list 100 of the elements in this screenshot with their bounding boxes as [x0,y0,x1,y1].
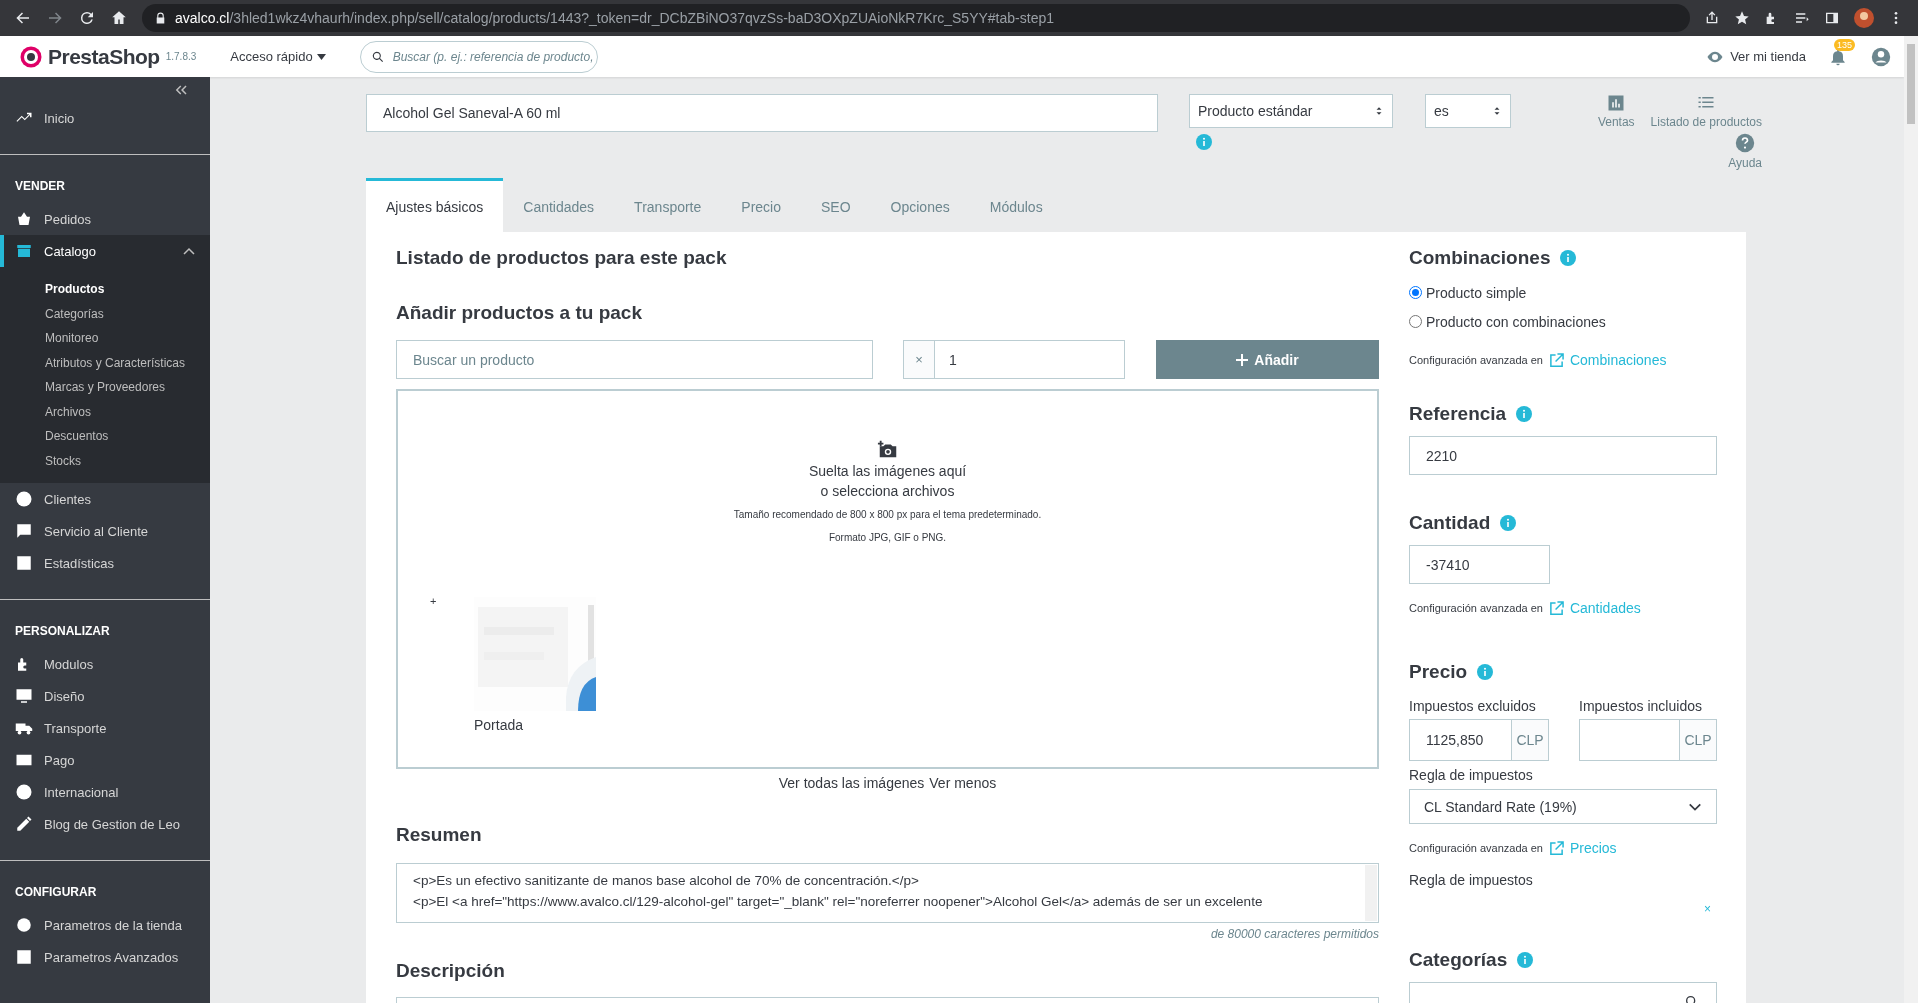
sort-icon [1492,106,1502,116]
section-heading: Referencia [1409,400,1717,428]
notification-badge: 135 [1834,38,1856,51]
sort-icon [1374,106,1384,116]
info-icon [1477,664,1494,680]
size-hint: Tamaño recomendado de 800 x 800 px para el tema predeterminado. [733,508,1042,522]
radio-button[interactable] [1409,315,1422,328]
info-icon [1560,250,1577,266]
section-heading: Categorías [1409,946,1717,974]
menu-item[interactable]: Modulos [0,648,210,680]
image-link[interactable]: Ver todas las imágenes [778,775,925,791]
language-select[interactable]: es [1425,94,1511,128]
store-icon [15,242,33,260]
section-title: PERSONALIZAR [14,623,111,640]
section-heading: Listado de productos para este pack [396,246,728,270]
basket-icon [15,210,33,228]
summary-textarea[interactable]: <p>Es un efectivo sanitizante de manos base alcohol de 70% de concentración.</p> <p>El <a href="https://www.avalco.cl/129-alcohol-gel" target="_blank" rel="noreferrer noopener">Alcohol Gel</a> además de ser un excelente [396,863,1379,923]
menu-item[interactable]: Pago [0,744,210,776]
help-icon [1735,133,1756,153]
radio-label: Producto simple [1426,284,1527,301]
info-icon [1516,406,1533,422]
reference-field[interactable]: 2210 [1409,436,1717,475]
section-heading: Resumen [396,823,483,847]
section-heading: Precio [1409,658,1717,686]
bar-chart-icon [1607,94,1626,112]
caret-icon [316,53,326,60]
reload-icon [78,9,96,27]
info-icon [1500,515,1517,531]
panel-icon [1824,10,1840,26]
menu-item[interactable]: Inicio [0,102,210,134]
price-field[interactable]: CLP [1579,719,1717,761]
section-heading: Combinaciones [1409,244,1717,272]
image-dropzone[interactable]: Suelta las imágenes aquí o selecciona archivos Tamaño recomendado de 800 x 800 px para el tema predeterminado. Formato JPG, GIF o PNG. + Portada [396,389,1379,769]
logo-text: PrestaShop [48,44,160,69]
radio-button[interactable] [1409,286,1422,299]
lock-icon [154,11,167,25]
submenu-item[interactable]: Stocks [0,448,210,473]
character-counter: de 80000 caracteres permitidos [1209,927,1379,941]
menu-item[interactable]: Parametros de la tienda [0,909,210,941]
info-icon [1196,134,1212,150]
submenu-item[interactable]: Productos [0,277,210,302]
product-type-select[interactable]: Producto estándar [1189,94,1393,128]
section-heading: Descripción [396,959,506,983]
submenu-item[interactable]: Descuentos [0,424,210,449]
menu-item[interactable]: Parametros Avanzados [0,941,210,973]
field-label: Impuestos excluidos [1409,698,1537,714]
menu-item[interactable]: Internacional [0,776,210,808]
menu-item[interactable]: Transporte [0,712,210,744]
external-link-icon [1548,600,1564,616]
submenu-item[interactable]: Marcas y Proveedores [0,375,210,400]
menu-item[interactable]: Estadísticas [0,547,210,579]
menu-item[interactable]: Clientes [0,483,210,515]
scrollbar[interactable] [1904,36,1918,1003]
quick-access-button[interactable]: Acceso rápido [230,49,326,64]
menu-item[interactable]: Catalogo [0,235,210,267]
add-mark: + [430,595,437,607]
share-icon [1704,10,1720,26]
logo-icon [20,45,42,68]
image-link[interactable]: Ver menos [929,775,997,791]
product-name-field[interactable]: Alcohol Gel Saneval-A 60 ml [366,94,1158,132]
field-label: Regla de impuestos [1409,767,1534,783]
field-label: Impuestos incluidos [1579,698,1703,714]
external-link-icon [1548,840,1564,856]
version-label: 1.7.8.3 [165,51,197,62]
product-search-field[interactable]: Buscar un producto [396,340,873,379]
radio-label: Producto con combinaciones [1426,313,1606,330]
info-icon [1517,952,1534,968]
quantity-field[interactable]: × 1 [903,340,1125,379]
price-field[interactable]: 1125,850 CLP [1409,719,1549,761]
advanced-settings-label: Configuración avanzada en [1409,602,1543,614]
drop-title: Suelta las imágenes aquí [808,462,967,481]
avatar-icon[interactable] [1854,8,1874,28]
chat-icon [15,522,33,540]
field-label: Regla de impuestos [1409,872,1534,888]
list-icon [1794,10,1810,26]
add-button[interactable]: Añadir [1156,340,1379,379]
view-store-link[interactable]: Ver mi tienda [1706,47,1806,66]
address-bar[interactable]: avalco.cl/3hled1wkz4vhaurh/index.php/sell/catalog/products/1443?_token=dr_DCbZBiNO37qvzSs-baD3OXpZUAioNkR7Krc_S5YY#tab-step1 [142,4,1690,32]
tax-rule-select[interactable]: CL Standard Rate (19%) [1409,789,1717,824]
menu-item[interactable]: Blog de Gestion de Leo [0,808,210,840]
submenu-item[interactable]: Monitoreo [0,326,210,351]
submenu-item[interactable]: Archivos [0,399,210,424]
pencil-icon [15,815,33,833]
account-icon [1870,45,1892,68]
submenu-item[interactable]: Categorías [0,301,210,326]
monitor-icon [15,687,33,705]
search-icon [370,49,385,64]
quantity-input[interactable]: -37410 [1409,545,1550,584]
menu-item[interactable]: Pedidos [0,203,210,235]
section-title: CONFIGURAR [14,884,98,901]
format-hint: Formato JPG, GIF o PNG. [828,531,947,545]
star-icon [1734,10,1750,26]
section-title: VENDER [14,178,66,195]
advanced-settings-label: Configuración avanzada en [1409,842,1543,854]
plus-icon [1236,353,1249,366]
image-caption: Portada [474,717,525,733]
tab[interactable]: Ajustes básicos [366,178,504,232]
menu-item[interactable]: Servicio al Cliente [0,515,210,547]
submenu-item[interactable]: Atributos y Características [0,350,210,375]
menu-item[interactable]: Diseño [0,680,210,712]
